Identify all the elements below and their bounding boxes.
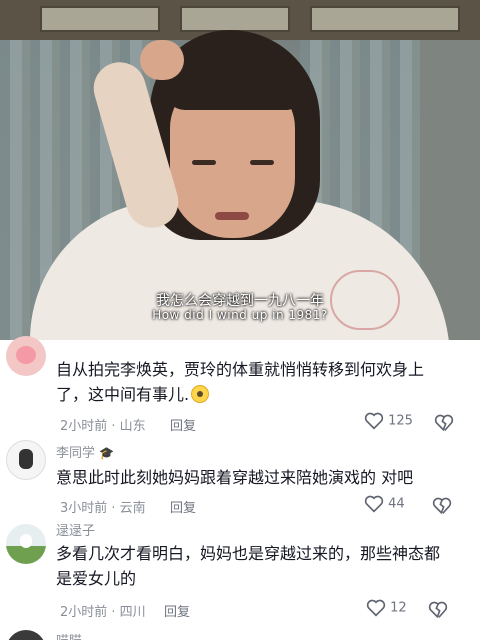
heart-icon [364, 412, 384, 430]
reply-button[interactable]: 回复 [170, 497, 196, 516]
comment-text: 自从拍完李焕英，贾玲的体重就悄悄转移到何欢身上 了，这中间有事儿. [56, 360, 425, 404]
reply-button[interactable]: 回复 [170, 415, 196, 434]
avatar[interactable] [6, 630, 46, 640]
subtitle-chinese: 我怎么会穿越到一九八一年 [156, 293, 324, 309]
avatar[interactable] [6, 440, 46, 480]
broken-heart-icon [434, 414, 454, 431]
actress [0, 0, 480, 340]
comment-text: 多看几次才看明白，妈妈也是穿越过来的，那些神态都 是爱女儿的 [56, 544, 441, 588]
like-button[interactable]: 12 [366, 599, 407, 617]
like-count: 44 [388, 496, 405, 512]
broken-heart-icon [432, 497, 452, 514]
heart-icon [364, 495, 384, 513]
video-frame[interactable]: 我怎么会穿越到一九八一年 How did I wind up in 1981? [0, 0, 480, 340]
graduation-cap-icon: 🎓 [99, 446, 114, 460]
like-count: 125 [388, 413, 413, 429]
comment-time-location: 3小时前 · 云南 [60, 501, 146, 516]
like-count: 12 [390, 600, 407, 616]
comment-list[interactable]: 自从拍完李焕英，贾玲的体重就悄悄转移到何欢身上 了，这中间有事儿. 2小时前 ·… [0, 336, 480, 640]
subtitle-english: How did I wind up in 1981? [152, 308, 328, 322]
like-button[interactable]: 44 [364, 495, 405, 513]
dislike-button[interactable] [428, 599, 448, 619]
comment-text: 意思此时此刻她妈妈跟着穿越过来陪她演戏的 对吧 [56, 468, 414, 487]
rolling-eyes-emoji-icon [191, 385, 210, 403]
broken-heart-icon [428, 601, 448, 618]
comment-time-location: 2小时前 · 山东 [60, 419, 146, 434]
comment-username[interactable]: 李同学 🎓 [56, 442, 114, 461]
comment-time-location: 2小时前 · 四川 [60, 605, 146, 620]
heart-icon [366, 599, 386, 617]
avatar[interactable] [6, 336, 46, 376]
reply-button[interactable]: 回复 [164, 601, 190, 620]
like-button[interactable]: 125 [364, 412, 413, 430]
dislike-button[interactable] [432, 495, 452, 515]
comment-username[interactable]: 逯逯子 [56, 520, 95, 539]
comment-username[interactable]: 喵瞄 [56, 630, 82, 640]
dislike-button[interactable] [434, 412, 454, 432]
avatar[interactable] [6, 524, 46, 564]
